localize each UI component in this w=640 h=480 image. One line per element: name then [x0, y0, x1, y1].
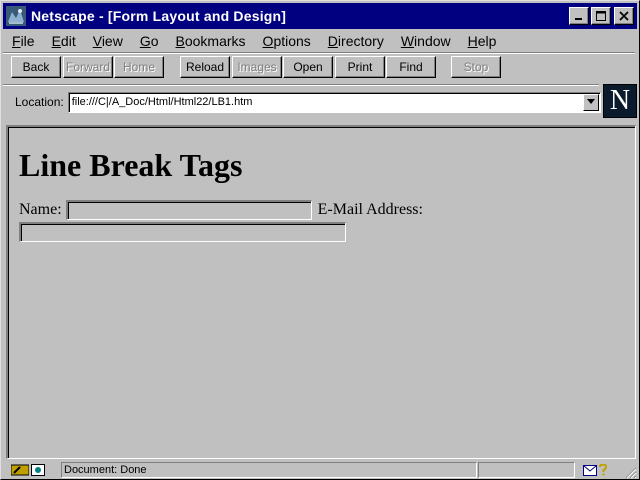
- location-dropdown-button[interactable]: [583, 93, 599, 111]
- reload-button[interactable]: Reload: [180, 56, 230, 78]
- connection-icon: [31, 464, 45, 476]
- menu-bar: File Edit View Go Bookmarks Options Dire…: [3, 30, 637, 52]
- chevron-down-icon: [587, 99, 595, 104]
- menu-window[interactable]: Window: [392, 33, 459, 49]
- location-input[interactable]: file:///C|/A_Doc/Html/Html22/LB1.htm: [67, 91, 601, 113]
- stop-button[interactable]: Stop: [451, 56, 501, 78]
- page-content: Line Break Tags Name: E-Mail Address:: [6, 125, 636, 459]
- navigation-toolbar: Back Forward Home Reload Images Open Pri…: [5, 56, 635, 80]
- status-bar: Document: Done: [3, 461, 637, 479]
- netscape-logo[interactable]: N: [603, 84, 637, 118]
- security-indicator[interactable]: [11, 462, 57, 478]
- title-bar[interactable]: Netscape - [Form Layout and Design]: [3, 3, 637, 29]
- close-button[interactable]: [614, 7, 634, 25]
- maximize-button[interactable]: [591, 7, 611, 25]
- name-input[interactable]: [65, 200, 312, 220]
- menu-view[interactable]: View: [84, 33, 131, 49]
- menu-help[interactable]: Help: [459, 33, 505, 49]
- menu-edit[interactable]: Edit: [43, 33, 84, 49]
- menu-options[interactable]: Options: [254, 33, 319, 49]
- email-input[interactable]: [19, 222, 346, 242]
- question-icon[interactable]: [598, 464, 608, 476]
- resize-grip-icon[interactable]: [623, 465, 637, 479]
- window-title: Netscape - [Form Layout and Design]: [31, 8, 287, 24]
- find-button[interactable]: Find: [386, 56, 436, 78]
- form-row: Name: E-Mail Address:: [19, 200, 423, 220]
- menu-file[interactable]: File: [3, 33, 43, 49]
- status-text: Document: Done: [61, 462, 477, 478]
- toolbar-separator: [3, 84, 599, 86]
- mail-icon[interactable]: [583, 464, 597, 476]
- menu-separator: [3, 52, 635, 54]
- location-label: Location:: [15, 95, 64, 109]
- images-button[interactable]: Images: [232, 56, 282, 78]
- maximize-icon: [596, 11, 606, 21]
- page-heading: Line Break Tags: [19, 147, 243, 183]
- progress-panel: [478, 462, 575, 478]
- close-icon: [619, 11, 629, 21]
- email-label: E-Mail Address:: [317, 201, 423, 218]
- netscape-app-icon[interactable]: [6, 6, 26, 26]
- open-button[interactable]: Open: [283, 56, 333, 78]
- minimize-button[interactable]: [569, 7, 589, 25]
- menu-go[interactable]: Go: [131, 33, 167, 49]
- menu-directory[interactable]: Directory: [319, 33, 392, 49]
- home-button[interactable]: Home: [114, 56, 164, 78]
- status-icons: [577, 462, 617, 478]
- location-url: file:///C|/A_Doc/Html/Html22/LB1.htm: [71, 95, 253, 108]
- key-icon: [11, 464, 29, 476]
- browser-window: Netscape - [Form Layout and Design] File…: [0, 0, 640, 480]
- name-label: Name:: [19, 201, 62, 218]
- forward-button[interactable]: Forward: [63, 56, 113, 78]
- menu-bookmarks[interactable]: Bookmarks: [167, 33, 254, 49]
- print-button[interactable]: Print: [335, 56, 385, 78]
- minimize-icon: [575, 18, 582, 20]
- location-bar: Location: file:///C|/A_Doc/Html/Html22/L…: [5, 89, 601, 115]
- logo-letter: N: [609, 85, 631, 116]
- back-button[interactable]: Back: [11, 56, 61, 78]
